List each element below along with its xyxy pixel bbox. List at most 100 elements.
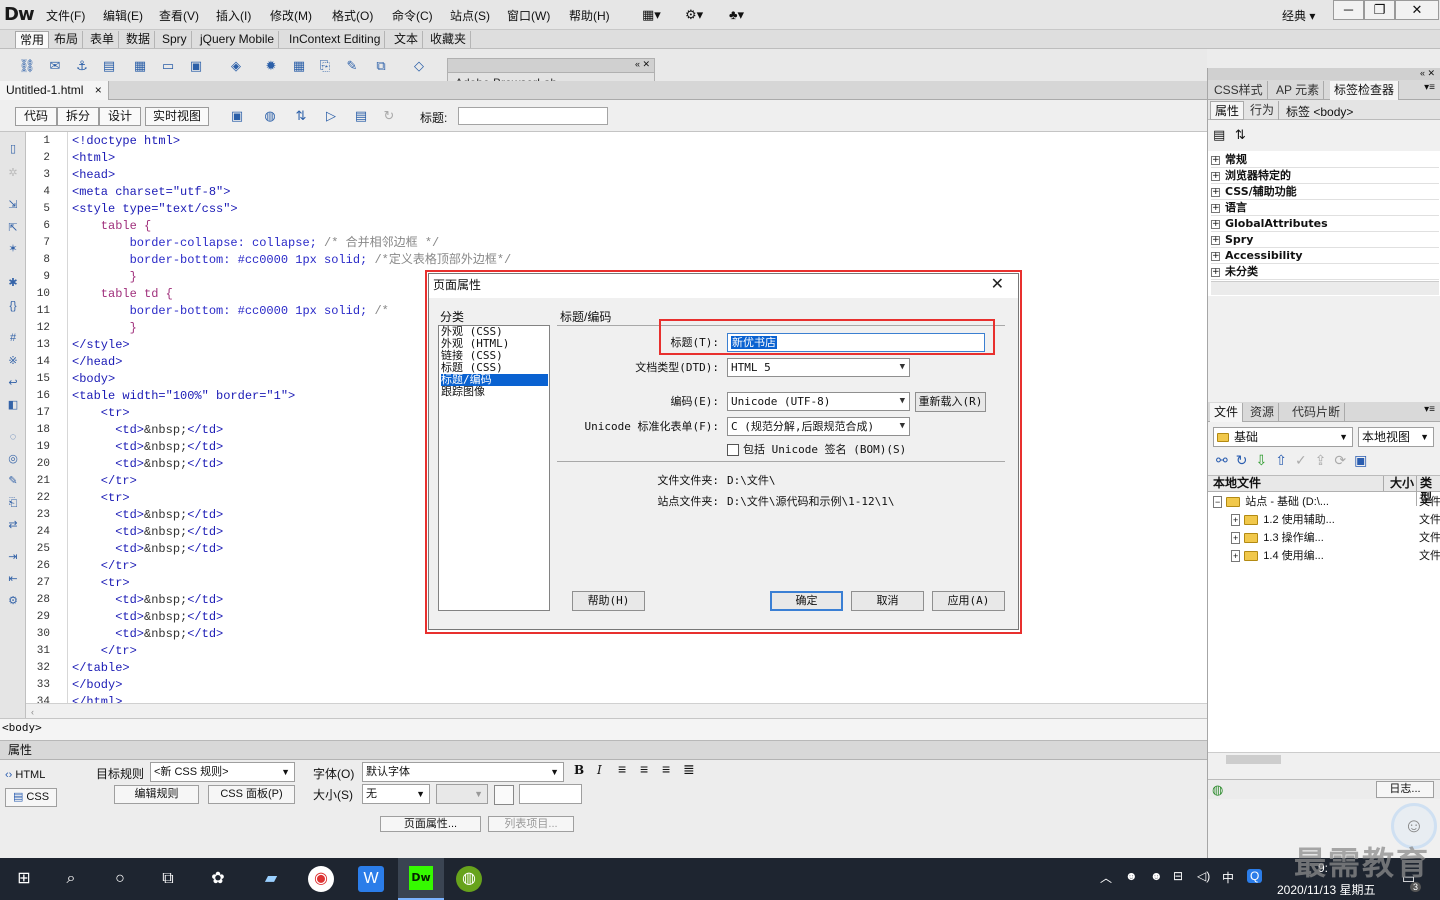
notes-app-icon[interactable]: ▰ (258, 866, 284, 892)
code-line[interactable]: <td>&nbsp;</td> (72, 524, 223, 541)
site-select[interactable]: 基础 ▼ (1213, 427, 1353, 447)
code-line[interactable]: <td>&nbsp;</td> (72, 626, 223, 643)
code-line[interactable]: <tr> (72, 490, 130, 507)
tab-css-styles[interactable]: CSS样式 (1210, 81, 1268, 100)
sort-az-icon[interactable]: ⇅ (1235, 127, 1246, 142)
menu-insert[interactable]: 插入(I) (216, 7, 251, 24)
font-select[interactable]: 默认字体 ▼ (362, 762, 564, 782)
insert-tab-layout[interactable]: 布局 (50, 31, 84, 48)
maximize-button[interactable]: ❐ (1364, 0, 1395, 20)
widget-icon[interactable]: ✹ (262, 58, 280, 74)
qq-icon-2[interactable]: ☻ (1150, 869, 1163, 883)
code-line[interactable]: </tr> (72, 473, 137, 490)
category-accessibility[interactable]: + Accessibility (1211, 248, 1439, 264)
named-anchor-icon[interactable]: ⚓ (73, 58, 91, 74)
css-panel-button[interactable]: CSS 面板(P) (208, 785, 295, 804)
tab-files[interactable]: 文件 (1210, 403, 1244, 422)
menu-format[interactable]: 格式(O) (332, 7, 373, 24)
tab-ap-elements[interactable]: AP 元素 (1272, 81, 1325, 100)
panel-collapse-bar[interactable]: « ✕ (1208, 68, 1440, 80)
w3c-validation-icon[interactable]: ▷ (322, 108, 340, 124)
color-picker[interactable] (494, 785, 514, 805)
code-line[interactable]: <tr> (72, 405, 130, 422)
size-unit-select[interactable]: ▼ (436, 784, 488, 804)
expand-icon[interactable]: + (1231, 514, 1241, 526)
workspace-switcher[interactable]: 经典 ▾ (1282, 7, 1315, 24)
remove-comment-icon[interactable]: ◎ (5, 452, 21, 466)
code-line[interactable]: <td>&nbsp;</td> (72, 541, 223, 558)
code-line[interactable]: <td>&nbsp;</td> (72, 456, 223, 473)
connect-icon[interactable]: ⚯ (1216, 452, 1236, 468)
wrap-tag-icon[interactable]: ✎ (5, 474, 21, 488)
category-global-attributes[interactable]: + GlobalAttributes (1211, 216, 1439, 232)
templates-icon[interactable]: ◇ (410, 58, 428, 74)
category-uncategorized[interactable]: + 未分类 (1211, 264, 1439, 280)
get-files-icon[interactable]: ⇩ (1255, 452, 1275, 468)
log-button[interactable]: 日志... (1376, 781, 1434, 798)
syntax-coloring-icon[interactable]: ◧ (5, 398, 21, 412)
col-size[interactable]: 大小 (1383, 476, 1414, 491)
insert-tab-data[interactable]: 数据 (122, 31, 156, 48)
document-tab[interactable]: Untitled-1.html × (0, 81, 109, 100)
split-view-button[interactable]: 拆分 (57, 107, 99, 126)
balance-braces-icon[interactable]: {} (5, 299, 21, 313)
select-parent-tag-icon[interactable]: ✱ (5, 276, 21, 290)
recent-snippets-icon[interactable]: ⎗ (5, 496, 21, 510)
minimize-button[interactable]: ─ (1333, 0, 1364, 20)
tab-attributes[interactable]: 属性 (1210, 101, 1245, 120)
show-code-navigator-icon[interactable]: ✲ (5, 166, 21, 180)
check-in-icon[interactable]: ⇪ (1315, 452, 1335, 468)
page-properties-button[interactable]: 页面属性... (380, 816, 481, 832)
check-out-icon[interactable]: ✓ (1295, 452, 1315, 468)
file-row[interactable]: +1.4 使用编... 文件 (1231, 547, 1440, 565)
line-numbers-icon[interactable]: # (5, 331, 21, 345)
menu-window[interactable]: 窗口(W) (507, 7, 550, 24)
media-app-icon[interactable]: ◍ (456, 866, 482, 892)
expand-icon[interactable]: + (1231, 550, 1241, 562)
start-windows-icon[interactable]: ⊞ (11, 866, 37, 892)
menu-file[interactable]: 文件(F) (46, 7, 85, 24)
scroll-left-arrow-icon[interactable]: ‹ (31, 707, 34, 717)
category-spry[interactable]: + Spry (1211, 232, 1439, 248)
live-view-button[interactable]: 实时视图 (145, 107, 209, 126)
align-right-icon[interactable]: ≡ (662, 761, 670, 777)
italic-button[interactable]: I (597, 763, 602, 777)
files-panel-menu-icon[interactable]: ▾≡ (1424, 404, 1435, 415)
code-line[interactable]: table td { (72, 286, 173, 303)
close-tab-icon[interactable]: × (95, 83, 102, 97)
extend-gear-icon[interactable]: ⚙▾ (685, 7, 703, 23)
table-icon[interactable]: ▦ (131, 58, 149, 74)
insert-tab-jquery-mobile[interactable]: jQuery Mobile (196, 31, 280, 48)
visual-aids-icon[interactable]: ▤ (352, 108, 370, 124)
code-line[interactable]: </table> (72, 660, 130, 677)
code-line[interactable]: <td>&nbsp;</td> (72, 592, 223, 609)
view-select[interactable]: 本地视图 ▼ (1358, 427, 1434, 447)
put-files-icon[interactable]: ⇧ (1275, 452, 1295, 468)
code-line[interactable]: </body> (72, 677, 122, 694)
scroll-thumb[interactable] (1226, 755, 1281, 764)
code-view-button[interactable]: 代码 (15, 107, 57, 126)
search-icon[interactable]: ⌕ (58, 866, 84, 892)
code-line[interactable]: <table width="100%" border="1"> (72, 388, 295, 405)
word-wrap-icon[interactable]: ↩ (5, 376, 21, 390)
code-line[interactable]: </tr> (72, 558, 137, 575)
category-language[interactable]: + 语言 (1211, 200, 1439, 216)
code-line[interactable]: <body> (72, 371, 115, 388)
color-input[interactable] (519, 784, 582, 804)
justify-icon[interactable]: ≣ (683, 761, 695, 778)
insert-tab-favorites[interactable]: 收藏夹 (426, 31, 472, 48)
col-local-files[interactable]: 本地文件 (1213, 476, 1261, 491)
taskbar-dreamweaver-active[interactable]: Dw (398, 858, 444, 900)
qq-input-icon[interactable]: Q (1247, 869, 1263, 883)
wps-writer-icon[interactable]: W (358, 866, 384, 892)
collapse-icon[interactable]: − (1213, 496, 1223, 508)
chrome-icon[interactable]: ◉ (308, 866, 334, 892)
refresh-files-icon[interactable]: ↻ (1236, 452, 1256, 468)
code-line[interactable]: <!doctype html> (72, 133, 180, 150)
insert-tab-common[interactable]: 常用 (15, 31, 50, 48)
div-icon[interactable]: ▭ (159, 58, 177, 74)
server-include-icon[interactable]: ⎘ (316, 58, 334, 74)
collapse-selection-icon[interactable]: ⇱ (5, 221, 21, 235)
code-line[interactable]: <td>&nbsp;</td> (72, 507, 223, 524)
cortana-circle-icon[interactable]: ○ (107, 866, 133, 892)
